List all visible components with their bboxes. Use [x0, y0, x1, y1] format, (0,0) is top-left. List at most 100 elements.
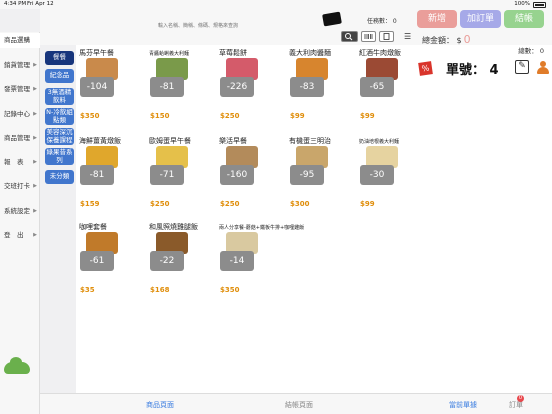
order-number: 單號： 4 — [446, 59, 499, 78]
search-icon[interactable] — [341, 31, 358, 42]
product-card[interactable]: 紅酒牛肉燉飯 -65 $99 — [356, 45, 420, 125]
item-count: 總數： 0 — [518, 47, 544, 55]
product-name: 樂活早餐 — [219, 137, 247, 145]
stock-count: -22 — [150, 251, 184, 271]
product-card[interactable]: 咖哩套餐 -61 $35 — [76, 219, 140, 299]
product-card[interactable]: 義大利肉醬麵 -83 $99 — [286, 45, 350, 125]
sidebar-item[interactable]: 登 出 ▶ — [0, 228, 40, 243]
discount-icon[interactable]: % — [418, 61, 433, 76]
tab-current-order[interactable]: 當前單據 — [449, 400, 477, 410]
product-price: $300 — [290, 200, 310, 208]
stock-count: -14 — [220, 251, 254, 271]
product-name: 歐姆蛋早午餐 — [149, 137, 191, 145]
sidebar-item-label: 商品選購 — [4, 36, 30, 44]
product-card[interactable]: 奶油培根義大利麵 -30 $99 — [356, 133, 420, 213]
sidebar-item-label: 交班打卡 — [4, 182, 30, 190]
product-price: $159 — [80, 200, 100, 208]
stock-count: -81 — [150, 77, 184, 97]
sidebar-item[interactable]: 商品管理 ▶ — [0, 131, 40, 146]
chevron-right-icon: ▶ — [33, 111, 37, 117]
sidebar-item-label: 商品管理 — [4, 134, 30, 142]
filter-menu-icon[interactable]: ☰ — [404, 32, 411, 41]
product-card[interactable]: 有機蛋三明治 -95 $300 — [286, 133, 350, 213]
product-name: 海鮮薑黃燉飯 — [79, 137, 121, 145]
sidebar-item[interactable]: 記錄中心 ▶ — [0, 107, 40, 122]
product-name: 紅酒牛肉燉飯 — [359, 49, 401, 57]
category-button[interactable]: 美容深沉保養課程 — [45, 128, 74, 145]
product-name: 和風照燒雞腿飯 — [149, 223, 198, 231]
chevron-right-icon: ▶ — [33, 183, 37, 189]
stock-count: -71 — [150, 165, 184, 185]
stock-count: -95 — [290, 165, 324, 185]
product-price: $99 — [360, 200, 375, 208]
chevron-right-icon: ▶ — [33, 135, 37, 141]
grid-view-icon[interactable] — [379, 31, 394, 42]
status-date: Fri Apr 12 — [27, 1, 54, 7]
product-name: 青醬蛤蜊義大利麵 — [149, 51, 190, 57]
product-name: 奶油培根義大利麵 — [359, 139, 400, 145]
product-price: $35 — [80, 286, 95, 294]
stock-count: -104 — [80, 77, 114, 97]
product-price: $250 — [220, 200, 240, 208]
sidebar-item[interactable]: 報 表 ▶ — [0, 155, 40, 170]
product-card[interactable]: 青醬蛤蜊義大利麵 -81 $150 — [146, 45, 210, 125]
sidebar-item[interactable]: 發票管理 ▶ — [0, 82, 40, 97]
sidebar-item[interactable]: 交班打卡 ▶ — [0, 179, 40, 194]
product-card[interactable]: 樂活早餐 -160 $250 — [216, 133, 280, 213]
order-panel: 總數： 0 % 單號： 4 ✎ — [418, 45, 552, 393]
tab-checkout-page[interactable]: 結帳頁面 — [285, 400, 313, 410]
product-name: 兩人分享餐-蘑菇+鐵板牛排+咖哩雞飯 — [219, 225, 305, 231]
search-input[interactable] — [60, 21, 336, 31]
stock-count: -83 — [290, 77, 324, 97]
edit-note-icon[interactable]: ✎ — [515, 60, 529, 74]
chevron-right-icon: ▶ — [33, 86, 37, 92]
order-number-value: 4 — [489, 63, 499, 78]
sidebar-item-label: 銷貨管理 — [4, 61, 30, 69]
product-card[interactable]: 和風照燒雞腿飯 -22 $168 — [146, 219, 210, 299]
product-card[interactable]: 歐姆蛋早午餐 -71 $250 — [146, 133, 210, 213]
category-button[interactable]: 綠果昔系列 — [45, 148, 74, 165]
category-button[interactable]: 未分類 — [45, 170, 74, 184]
stock-count: -65 — [360, 77, 394, 97]
sidebar-item[interactable]: 商品選購 — [0, 33, 40, 48]
category-button[interactable]: 餐餐 — [45, 51, 74, 65]
cloud-sync-icon[interactable] — [4, 357, 30, 374]
sidebar-item[interactable]: 銷貨管理 ▶ — [0, 58, 40, 73]
chevron-right-icon: ▶ — [33, 208, 37, 214]
customer-icon[interactable] — [537, 61, 549, 75]
order-number-label: 單號： — [446, 63, 486, 78]
product-price: $99 — [360, 112, 375, 120]
product-card[interactable]: 草莓鬆餅 -226 $250 — [216, 45, 280, 125]
chevron-right-icon: ▶ — [33, 232, 37, 238]
barcode-scan-icon[interactable] — [361, 31, 376, 42]
product-card[interactable]: 馬芬早午餐 -104 $350 — [76, 45, 140, 125]
sidebar-item-label: 系統設定 — [4, 207, 30, 215]
product-card[interactable]: 海鮮薑黃燉飯 -81 $159 — [76, 133, 140, 213]
product-price: $350 — [80, 112, 100, 120]
product-name: 有機蛋三明治 — [289, 137, 331, 145]
sidebar-item[interactable]: 系統設定 ▶ — [0, 204, 40, 219]
orders-badge: 0 — [517, 395, 524, 402]
category-button[interactable]: N-冷飲組點類 — [45, 108, 74, 125]
product-name: 馬芬早午餐 — [79, 49, 114, 57]
stock-count: -226 — [220, 77, 254, 97]
sidebar-item-label: 發票管理 — [4, 85, 30, 93]
chevron-right-icon: ▶ — [33, 62, 37, 68]
product-name: 義大利肉醬麵 — [289, 49, 331, 57]
product-name: 草莓鬆餅 — [219, 49, 247, 57]
category-button[interactable]: 3無酒精飲料 — [45, 88, 74, 105]
product-price: $350 — [220, 286, 240, 294]
product-card[interactable]: 兩人分享餐-蘑菇+鐵板牛排+咖哩雞飯 -14 $350 — [216, 219, 304, 299]
sidebar-item-label: 記錄中心 — [4, 110, 30, 118]
checkout-button[interactable]: 結帳 — [504, 10, 544, 28]
stock-count: -81 — [80, 165, 114, 185]
add-order-button[interactable]: 加訂單 — [460, 10, 501, 28]
category-button[interactable]: 紀念品 — [45, 69, 74, 83]
stock-count: -30 — [360, 165, 394, 185]
status-time: 4:34 PM — [4, 1, 27, 7]
stock-count: -61 — [80, 251, 114, 271]
product-price: $168 — [150, 286, 170, 294]
tab-goods-page[interactable]: 商品頁面 — [146, 400, 174, 410]
new-button[interactable]: 新增 — [417, 10, 457, 28]
battery-percent: 100% — [514, 1, 530, 7]
